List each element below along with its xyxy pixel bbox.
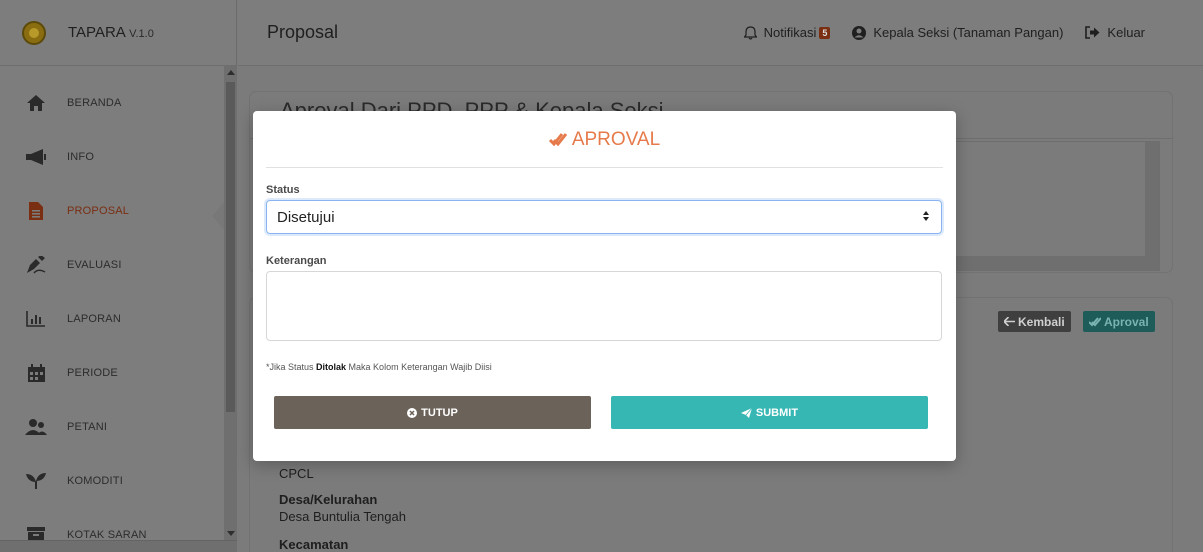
back-button-label: Kembali <box>1018 314 1065 329</box>
bar-chart-icon <box>25 308 47 330</box>
detail-kecamatan-label: Kecamatan <box>279 537 349 552</box>
scroll-up-icon[interactable] <box>227 70 235 75</box>
home-icon <box>25 92 47 114</box>
note-suffix: Maka Kolom Keterangan Wajib Diisi <box>346 362 492 372</box>
sidebar-item-laporan[interactable]: LAPORAN <box>0 292 224 346</box>
sidebar-item-petani[interactable]: PETANI <box>0 400 224 454</box>
sidebar-item-label: PETANI <box>67 421 108 433</box>
status-select[interactable]: Disetujui <box>266 200 942 234</box>
sidebar-item-info[interactable]: INFO <box>0 130 224 184</box>
note-prefix: *Jika Status <box>266 362 317 372</box>
bell-icon <box>743 25 757 40</box>
notification-button[interactable]: Notifikasi 5 <box>743 25 831 40</box>
sidebar-item-periode[interactable]: PERIODE <box>0 346 224 400</box>
megaphone-icon <box>25 146 47 168</box>
aproval-modal: APROVAL Status Disetujui Keterangan *Jik… <box>253 111 956 461</box>
close-button[interactable]: TUTUP <box>274 396 591 429</box>
calendar-icon <box>25 362 47 384</box>
paper-plane-icon <box>740 407 752 418</box>
keterangan-label: Keterangan <box>266 255 327 267</box>
submit-button[interactable]: SUBMIT <box>611 396 928 429</box>
scroll-down-icon[interactable] <box>227 531 235 536</box>
sidebar-scrollbar[interactable] <box>224 66 237 552</box>
brand[interactable]: TAPARA V.1.0 <box>0 0 236 66</box>
brand-name: TAPARA V.1.0 <box>68 24 154 41</box>
sidebar-nav: BERANDA INFO PROPOSAL EVALUASI LAPORAN P… <box>0 76 224 552</box>
notification-count-badge: 5 <box>819 26 831 39</box>
check-double-icon <box>1089 316 1101 327</box>
signature-icon <box>25 254 47 276</box>
sidebar-item-label: KOMODITI <box>67 475 123 487</box>
sidebar-item-komoditi[interactable]: KOMODITI <box>0 454 224 508</box>
modal-title: APROVAL <box>253 129 956 151</box>
user-label: Kepala Seksi (Tanaman Pangan) <box>873 25 1064 40</box>
modal-divider <box>266 167 943 168</box>
detail-cpcl: CPCL <box>279 466 314 481</box>
sidebar-horizontal-scrollbar[interactable] <box>0 540 237 552</box>
form-note: *Jika Status Ditolak Maka Kolom Keterang… <box>266 362 492 372</box>
scrollbar-thumb[interactable] <box>226 82 235 412</box>
keterangan-textarea[interactable] <box>266 271 942 341</box>
select-arrows-icon <box>923 211 929 221</box>
sidebar-item-label: EVALUASI <box>67 259 122 271</box>
sidebar-item-beranda[interactable]: BERANDA <box>0 76 224 130</box>
user-menu[interactable]: Kepala Seksi (Tanaman Pangan) <box>852 25 1063 40</box>
sidebar-item-label: BERANDA <box>67 97 122 109</box>
sidebar-item-label: PROPOSAL <box>67 205 130 217</box>
users-icon <box>25 416 47 438</box>
sign-out-icon <box>1085 26 1100 39</box>
times-circle-icon <box>407 407 418 418</box>
submit-button-label: SUBMIT <box>755 406 799 419</box>
status-selected-value: Disetujui <box>277 208 335 226</box>
sidebar: TAPARA V.1.0 BERANDA INFO PROPOSAL EVALU… <box>0 0 237 552</box>
seedling-icon <box>25 470 47 492</box>
sidebar-item-label: LAPORAN <box>67 313 121 325</box>
sidebar-item-label: PERIODE <box>67 367 118 379</box>
top-header: Proposal Notifikasi 5 Kepala Seksi (Tana… <box>238 0 1203 66</box>
logout-label: Keluar <box>1107 25 1145 40</box>
document-icon <box>25 200 47 222</box>
sidebar-item-evaluasi[interactable]: EVALUASI <box>0 238 224 292</box>
logo-icon <box>22 20 46 45</box>
sidebar-item-label: INFO <box>67 151 95 163</box>
table-vertical-scrollbar[interactable] <box>1145 142 1159 270</box>
check-double-icon <box>548 132 567 148</box>
sidebar-item-proposal[interactable]: PROPOSAL <box>0 184 224 238</box>
modal-title-text: APROVAL <box>571 129 661 150</box>
status-label: Status <box>266 184 300 196</box>
notification-label: Notifikasi <box>763 25 817 40</box>
close-button-label: TUTUP <box>421 406 458 419</box>
brand-version: V.1.0 <box>129 28 154 40</box>
user-circle-icon <box>852 25 867 40</box>
aproval-button[interactable]: Aproval <box>1083 311 1155 332</box>
header-actions: Notifikasi 5 Kepala Seksi (Tanaman Panga… <box>722 25 1145 40</box>
logout-button[interactable]: Keluar <box>1085 25 1145 40</box>
note-bold: Ditolak <box>316 362 347 372</box>
page-title: Proposal <box>267 22 339 42</box>
aproval-button-label: Aproval <box>1104 314 1149 329</box>
detail-desa-label: Desa/Kelurahan <box>279 492 378 507</box>
brand-title: TAPARA <box>68 24 125 41</box>
detail-desa-value: Desa Buntulia Tengah <box>279 509 406 524</box>
back-button[interactable]: Kembali <box>998 311 1071 332</box>
arrow-left-icon <box>1004 317 1015 326</box>
